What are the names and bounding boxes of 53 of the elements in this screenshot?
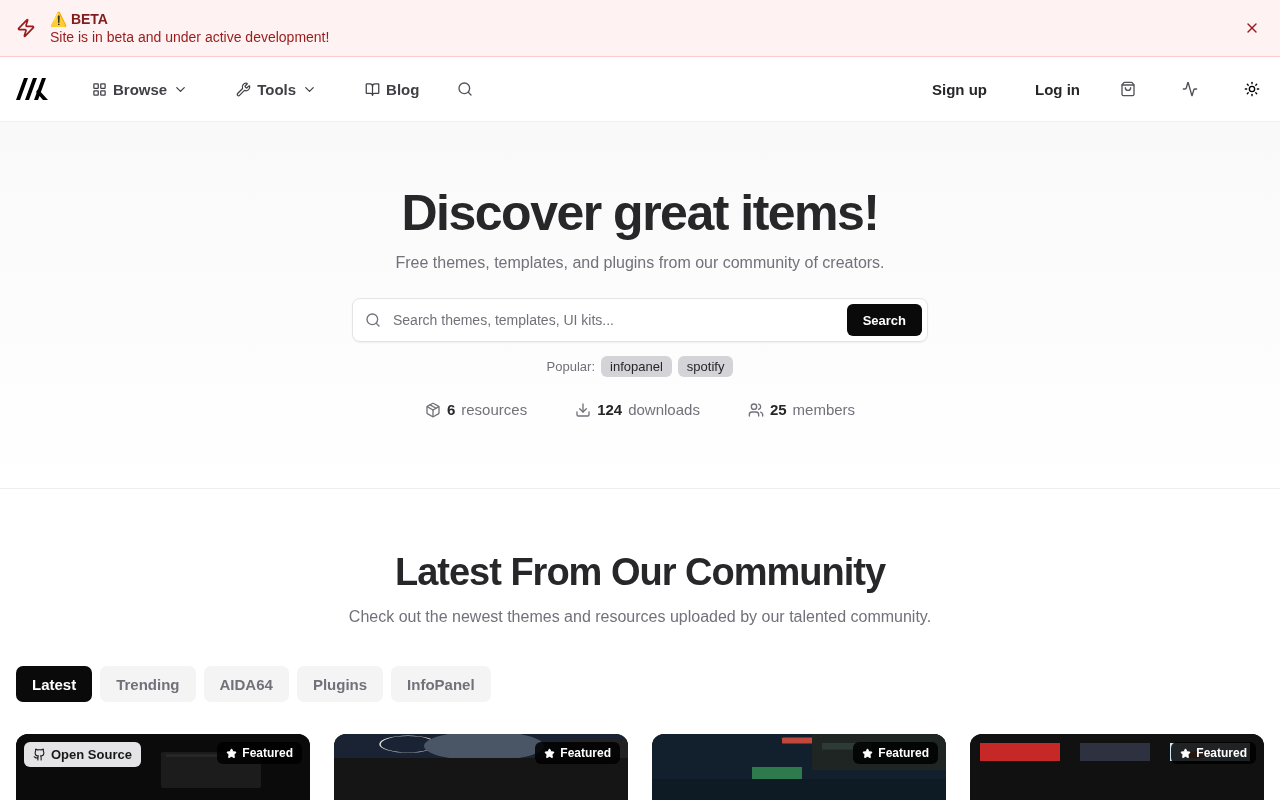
badge-label: Featured [560, 746, 611, 760]
grid-icon [92, 81, 107, 97]
stat-label: resources [461, 401, 528, 418]
github-icon [33, 748, 46, 761]
nav-link[interactable]: Browse [92, 80, 189, 98]
nav-link[interactable]: Tools [236, 80, 318, 98]
filter-tab[interactable]: Plugins [296, 666, 384, 702]
popular-label: Popular: [546, 359, 596, 374]
star-icon [544, 747, 556, 759]
pulse-icon [1182, 81, 1198, 97]
star-icon [226, 747, 238, 759]
search-button[interactable]: Search [846, 304, 922, 336]
filter-tab[interactable]: Trending [100, 666, 196, 702]
download-icon [575, 401, 592, 418]
logo [16, 78, 48, 100]
stat-value: 124 [597, 401, 623, 418]
banner-message: Site is in beta and under active development! [50, 29, 331, 45]
box-icon [424, 401, 441, 418]
nav-link[interactable]: Blog [365, 80, 420, 98]
resource-card[interactable]: Featured [970, 734, 1264, 800]
badge-label: Featured [242, 746, 293, 760]
users-icon [747, 401, 764, 418]
wrench-icon [236, 81, 252, 97]
signup-link[interactable]: Sign up [932, 80, 987, 98]
section-subtitle: Check out the newest themes and resources uploaded by our talented community. [348, 608, 932, 626]
stat-label: downloads [628, 401, 700, 418]
star-icon [1180, 747, 1192, 759]
popular-tag[interactable]: infopanel [601, 356, 672, 377]
search-field[interactable]: Search themes, templates, UI kits... Search [352, 298, 928, 342]
badge-label: Featured [878, 746, 929, 760]
hero-title: Discover great items! [401, 184, 879, 242]
stat-value: 25 [769, 401, 787, 418]
filter-tab[interactable]: Latest [16, 666, 93, 702]
filter-tab[interactable]: AIDA64 [203, 666, 289, 702]
search-icon [457, 81, 474, 97]
hero-subtitle: Free themes, templates, and plugins from our community of creators. [395, 254, 885, 272]
book-icon [365, 81, 381, 97]
badge-label: Open Source [51, 747, 132, 762]
search-icon [365, 312, 381, 328]
popular-tag[interactable]: spotify [677, 356, 734, 377]
filter-tab[interactable]: InfoPanel [391, 666, 491, 702]
banner-title: ⚠ BETA [50, 11, 109, 27]
login-link[interactable]: Log in [1035, 80, 1080, 98]
star-icon [862, 747, 874, 759]
sun-icon [1244, 81, 1260, 97]
bag-icon [1120, 81, 1136, 97]
badge-label: Featured [1196, 746, 1247, 760]
lightning-icon [16, 18, 36, 38]
stat-label: members [792, 401, 856, 418]
resource-card[interactable]: Featured [652, 734, 946, 800]
resource-card[interactable]: Featured [334, 734, 628, 800]
stat-value: 6 [446, 401, 456, 418]
section-title: Latest From Our Community [394, 551, 886, 594]
